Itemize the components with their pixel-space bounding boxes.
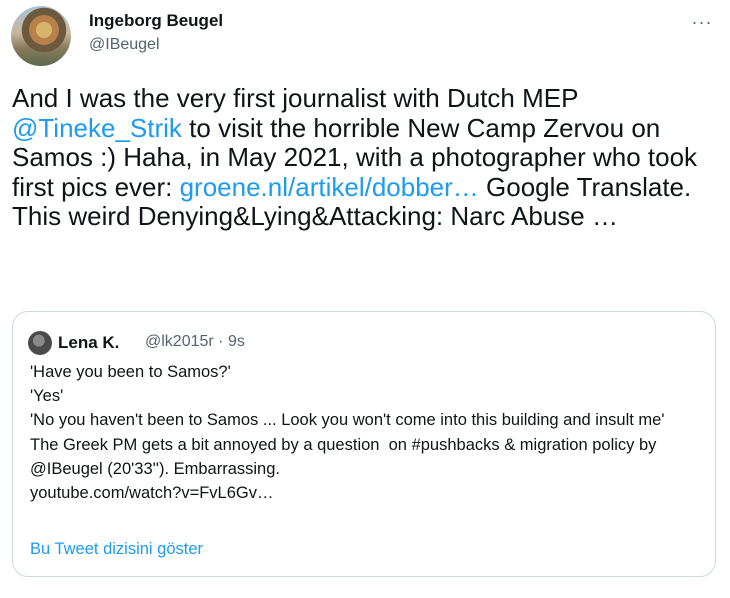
mention-link[interactable]: @Tineke_Strik bbox=[12, 113, 182, 143]
quoted-line: 'No you haven't been to Samos ... Look y… bbox=[30, 411, 665, 430]
quoted-author-name: Lena K. bbox=[58, 333, 120, 352]
more-horizontal-icon[interactable]: ··· bbox=[686, 6, 718, 38]
quoted-tweet-text: 'Have you been to Samos?' 'Yes' 'No you … bbox=[30, 360, 705, 505]
quoted-link[interactable]: youtube.com/watch?v=FvL6Gv… bbox=[30, 481, 705, 505]
quoted-tweet[interactable]: Lena K. @lk2015r · 9s 'Have you been to … bbox=[12, 311, 716, 577]
article-link[interactable]: groene.nl/artikel/dobber… bbox=[180, 172, 479, 202]
quoted-line: 'Yes' bbox=[30, 387, 64, 406]
show-thread-link[interactable]: Bu Tweet dizisini göster bbox=[30, 540, 203, 559]
author-name[interactable]: Ingeborg Beugel bbox=[89, 11, 223, 31]
quoted-author-meta: @lk2015r · 9s bbox=[145, 333, 245, 350]
quoted-line: 'Have you been to Samos?' bbox=[30, 363, 231, 381]
quoted-line: The Greek PM gets a bit annoyed by a que… bbox=[30, 435, 662, 478]
quoted-author-avatar bbox=[28, 331, 52, 355]
tweet-text: And I was the very first journalist with… bbox=[12, 83, 718, 232]
author-avatar[interactable] bbox=[11, 6, 71, 66]
tweet-text-segment: And I was the very first journalist with… bbox=[12, 83, 578, 113]
author-handle[interactable]: @IBeugel bbox=[89, 36, 160, 54]
